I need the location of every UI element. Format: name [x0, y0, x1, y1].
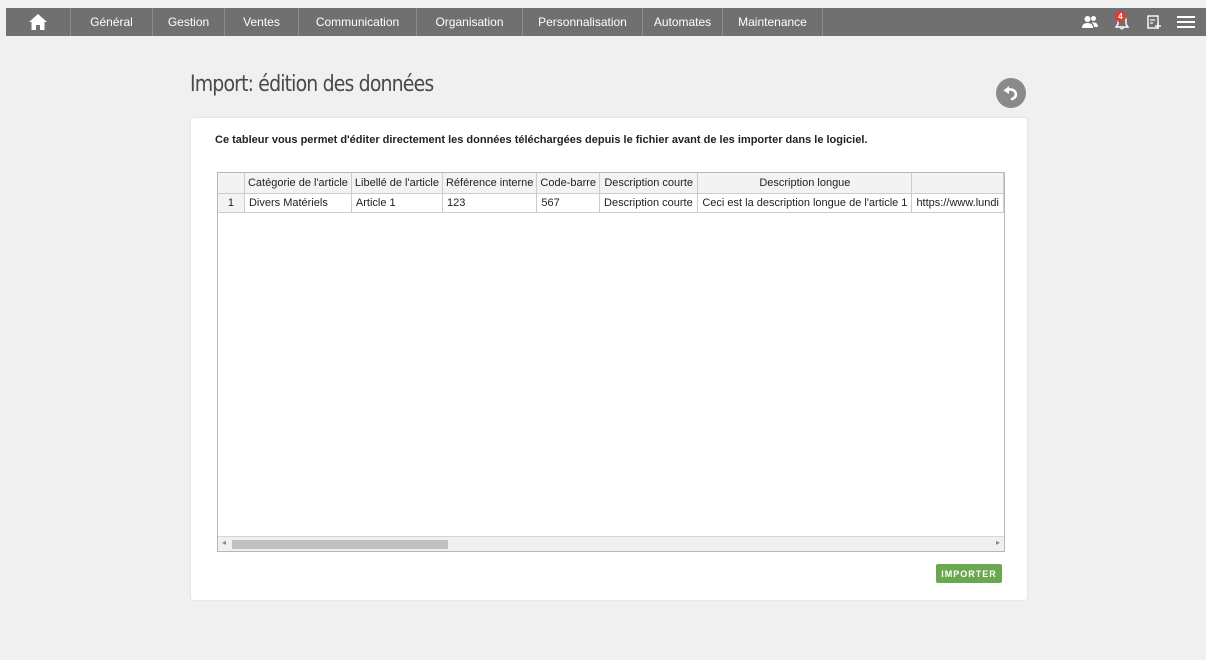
home-button[interactable]	[6, 8, 71, 36]
users-icon	[1082, 16, 1098, 28]
nav-ventes[interactable]: Ventes	[225, 8, 299, 36]
nav-communication[interactable]: Communication	[299, 8, 417, 36]
nav-automates[interactable]: Automates	[643, 8, 723, 36]
nav-gestion[interactable]: Gestion	[153, 8, 225, 36]
table-cell[interactable]: 123	[442, 193, 538, 213]
row-number[interactable]: 1	[218, 193, 245, 213]
table-row: 1 Divers Matériels Article 1 123 567 Des…	[218, 193, 1004, 213]
header-row: Catégorie de l'article Libellé de l'arti…	[218, 173, 1004, 194]
scroll-right-icon[interactable]: ▸	[996, 538, 1000, 547]
column-header[interactable]: Description longue	[697, 173, 913, 194]
users-button[interactable]	[1074, 8, 1106, 36]
nav-personnalisation[interactable]: Personnalisation	[523, 8, 643, 36]
column-header[interactable]: Description courte	[599, 173, 699, 194]
table-cell[interactable]: Description courte	[599, 193, 699, 213]
scrollbar-thumb[interactable]	[232, 540, 448, 549]
back-button[interactable]	[996, 78, 1026, 108]
top-icons-group: 4	[1074, 8, 1206, 36]
notes-button[interactable]	[1138, 8, 1170, 36]
spreadsheet[interactable]: Catégorie de l'article Libellé de l'arti…	[217, 172, 1005, 552]
column-header[interactable]: Libellé de l'article	[351, 173, 443, 194]
nav-organisation[interactable]: Organisation	[417, 8, 523, 36]
table-cell[interactable]: Article 1	[351, 193, 443, 213]
corner-cell	[218, 173, 245, 194]
page-title: Import: édition des données	[190, 72, 434, 97]
table-cell[interactable]: Ceci est la description longue de l'arti…	[697, 193, 913, 213]
nav-general[interactable]: Général	[71, 8, 153, 36]
horizontal-scrollbar[interactable]: ◂ ▸	[218, 536, 1004, 551]
home-icon	[29, 14, 47, 30]
table-cell[interactable]: Divers Matériels	[244, 193, 352, 213]
notes-add-icon	[1147, 15, 1161, 29]
column-header[interactable]: Catégorie de l'article	[244, 173, 352, 194]
import-card: Ce tableur vous permet d'éditer directem…	[191, 118, 1027, 600]
intro-text: Ce tableur vous permet d'éditer directem…	[215, 134, 868, 146]
import-button[interactable]: IMPORTER	[936, 564, 1002, 583]
table-cell[interactable]: https://www.lundi	[911, 193, 1004, 213]
column-header[interactable]	[911, 173, 1004, 194]
nav-maintenance[interactable]: Maintenance	[723, 8, 823, 36]
spreadsheet-table: Catégorie de l'article Libellé de l'arti…	[218, 173, 1004, 213]
table-cell[interactable]: 567	[536, 193, 601, 213]
column-header[interactable]: Référence interne	[442, 173, 538, 194]
top-navigation-bar: Général Gestion Ventes Communication Org…	[6, 8, 1206, 36]
notification-badge: 4	[1115, 11, 1126, 22]
menu-button[interactable]	[1170, 8, 1202, 36]
undo-icon	[1003, 86, 1018, 101]
menu-icon	[1177, 16, 1195, 28]
scroll-left-icon[interactable]: ◂	[222, 538, 226, 547]
notifications-button[interactable]: 4	[1106, 8, 1138, 36]
column-header[interactable]: Code-barre	[536, 173, 601, 194]
